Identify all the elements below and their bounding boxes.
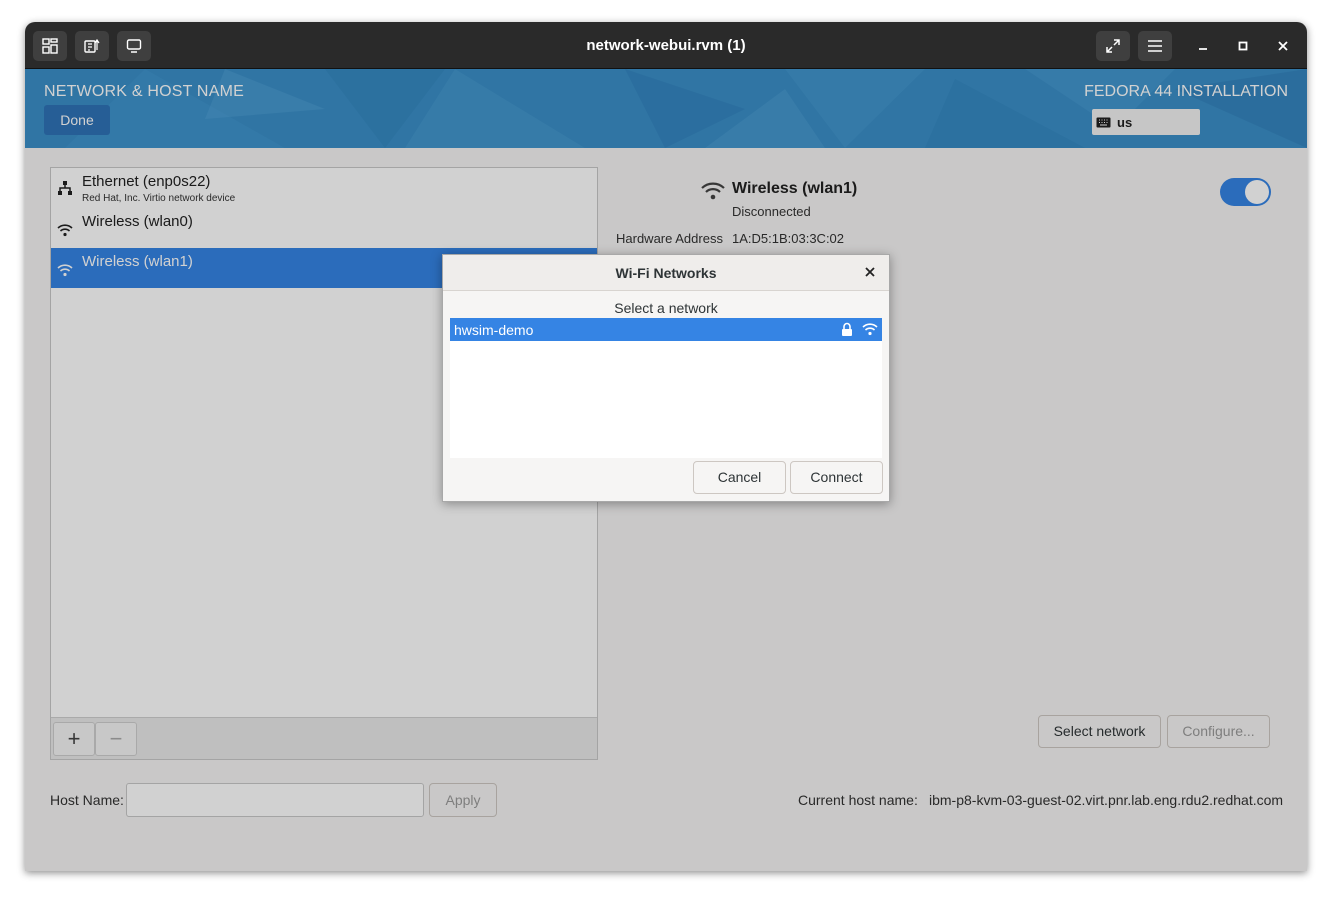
lock-icon [842, 322, 852, 336]
maximize-icon [1238, 41, 1248, 51]
minimize-icon [1199, 48, 1207, 50]
expand-icon [1106, 39, 1120, 53]
menu-button[interactable] [1138, 31, 1172, 61]
network-list: hwsim-demo [450, 318, 882, 458]
cancel-button[interactable]: Cancel [693, 461, 786, 494]
vm-display: NETWORK & HOST NAME Done FEDORA 44 INSTA… [25, 69, 1307, 871]
close-button[interactable] [1266, 31, 1300, 61]
hamburger-icon [1148, 40, 1162, 52]
title-bar: network-webui.rvm (1) [25, 22, 1307, 69]
minimize-button[interactable] [1186, 31, 1220, 61]
wifi-signal-icon [862, 323, 878, 336]
connect-button[interactable]: Connect [790, 461, 883, 494]
dialog-subtitle: Select a network [614, 300, 718, 316]
close-icon[interactable] [861, 263, 879, 281]
maximize-button[interactable] [1226, 31, 1260, 61]
dialog-title: Wi-Fi Networks [615, 265, 717, 281]
fullscreen-button[interactable] [1096, 31, 1130, 61]
app-window: network-webui.rvm (1) NETWORK & HOST NAM… [25, 22, 1307, 871]
wifi-networks-dialog: Wi-Fi Networks Select a network hwsim-de… [442, 254, 890, 502]
network-ssid: hwsim-demo [454, 322, 534, 338]
dialog-header: Wi-Fi Networks [443, 255, 889, 291]
close-icon [1278, 41, 1288, 51]
network-item[interactable]: hwsim-demo [450, 318, 882, 341]
